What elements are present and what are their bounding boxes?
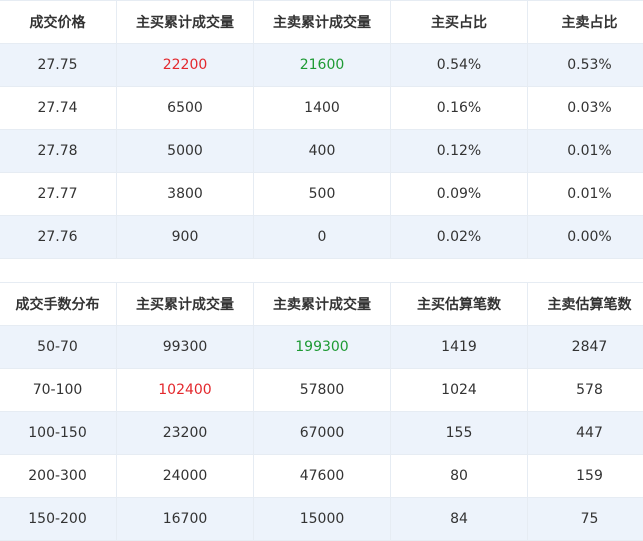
table-row: 70-100 102400 57800 1024 578 (0, 368, 643, 412)
buy-count-cell: 1024 (390, 368, 528, 412)
lot-range-cell: 150-200 (0, 497, 117, 541)
header-buy-count: 主买估算笔数 (390, 282, 528, 326)
buy-volume-cell: 3800 (116, 172, 254, 216)
price-distribution-table: 成交价格 主买累计成交量 主卖累计成交量 主买占比 主卖占比 27.75 222… (0, 0, 643, 259)
table-row: 27.74 6500 1400 0.16% 0.03% (0, 86, 643, 130)
table-row: 200-300 24000 47600 80 159 (0, 454, 643, 498)
table-header-row: 成交价格 主买累计成交量 主卖累计成交量 主买占比 主卖占比 (0, 0, 643, 44)
buy-ratio-cell: 0.02% (390, 215, 528, 259)
table-row: 27.76 900 0 0.02% 0.00% (0, 215, 643, 259)
lot-size-distribution-table: 成交手数分布 主买累计成交量 主卖累计成交量 主买估算笔数 主卖估算笔数 50-… (0, 282, 643, 541)
buy-volume-cell: 900 (116, 215, 254, 259)
sell-volume-cell: 67000 (253, 411, 391, 455)
sell-ratio-cell: 0.53% (527, 43, 643, 87)
sell-count-cell: 75 (527, 497, 643, 541)
header-buy-ratio: 主买占比 (390, 0, 528, 44)
sell-ratio-cell: 0.00% (527, 215, 643, 259)
buy-count-cell: 1419 (390, 325, 528, 369)
sell-count-cell: 447 (527, 411, 643, 455)
lot-range-cell: 70-100 (0, 368, 117, 412)
sell-volume-cell: 400 (253, 129, 391, 173)
sell-volume-cell: 21600 (253, 43, 391, 87)
price-cell: 27.78 (0, 129, 117, 173)
sell-volume-cell: 57800 (253, 368, 391, 412)
buy-count-cell: 84 (390, 497, 528, 541)
lot-range-cell: 100-150 (0, 411, 117, 455)
buy-volume-cell: 6500 (116, 86, 254, 130)
buy-volume-cell: 23200 (116, 411, 254, 455)
table-row: 100-150 23200 67000 155 447 (0, 411, 643, 455)
sell-ratio-cell: 0.03% (527, 86, 643, 130)
buy-count-cell: 80 (390, 454, 528, 498)
buy-count-cell: 155 (390, 411, 528, 455)
sell-volume-cell: 199300 (253, 325, 391, 369)
price-cell: 27.77 (0, 172, 117, 216)
lot-range-cell: 50-70 (0, 325, 117, 369)
buy-volume-cell: 16700 (116, 497, 254, 541)
sell-volume-cell: 47600 (253, 454, 391, 498)
header-buy-volume: 主买累计成交量 (116, 282, 254, 326)
sell-volume-cell: 500 (253, 172, 391, 216)
buy-volume-cell: 5000 (116, 129, 254, 173)
sell-volume-cell: 1400 (253, 86, 391, 130)
table-row: 150-200 16700 15000 84 75 (0, 497, 643, 541)
header-sell-volume: 主卖累计成交量 (253, 282, 391, 326)
header-sell-volume: 主卖累计成交量 (253, 0, 391, 44)
table-row: 27.75 22200 21600 0.54% 0.53% (0, 43, 643, 87)
lot-range-cell: 200-300 (0, 454, 117, 498)
price-cell: 27.76 (0, 215, 117, 259)
sell-volume-cell: 15000 (253, 497, 391, 541)
header-buy-volume: 主买累计成交量 (116, 0, 254, 44)
buy-ratio-cell: 0.54% (390, 43, 528, 87)
sell-ratio-cell: 0.01% (527, 172, 643, 216)
price-cell: 27.75 (0, 43, 117, 87)
buy-ratio-cell: 0.09% (390, 172, 528, 216)
sell-volume-cell: 0 (253, 215, 391, 259)
buy-volume-cell: 22200 (116, 43, 254, 87)
sell-count-cell: 2847 (527, 325, 643, 369)
buy-volume-cell: 99300 (116, 325, 254, 369)
sell-count-cell: 578 (527, 368, 643, 412)
sell-ratio-cell: 0.01% (527, 129, 643, 173)
sell-count-cell: 159 (527, 454, 643, 498)
header-sell-ratio: 主卖占比 (527, 0, 643, 44)
buy-ratio-cell: 0.16% (390, 86, 528, 130)
header-lot-range: 成交手数分布 (0, 282, 117, 326)
buy-volume-cell: 24000 (116, 454, 254, 498)
header-price: 成交价格 (0, 0, 117, 44)
price-cell: 27.74 (0, 86, 117, 130)
buy-volume-cell: 102400 (116, 368, 254, 412)
table-header-row: 成交手数分布 主买累计成交量 主卖累计成交量 主买估算笔数 主卖估算笔数 (0, 282, 643, 326)
table-row: 27.78 5000 400 0.12% 0.01% (0, 129, 643, 173)
table-row: 50-70 99300 199300 1419 2847 (0, 325, 643, 369)
header-sell-count: 主卖估算笔数 (527, 282, 643, 326)
table-row: 27.77 3800 500 0.09% 0.01% (0, 172, 643, 216)
buy-ratio-cell: 0.12% (390, 129, 528, 173)
